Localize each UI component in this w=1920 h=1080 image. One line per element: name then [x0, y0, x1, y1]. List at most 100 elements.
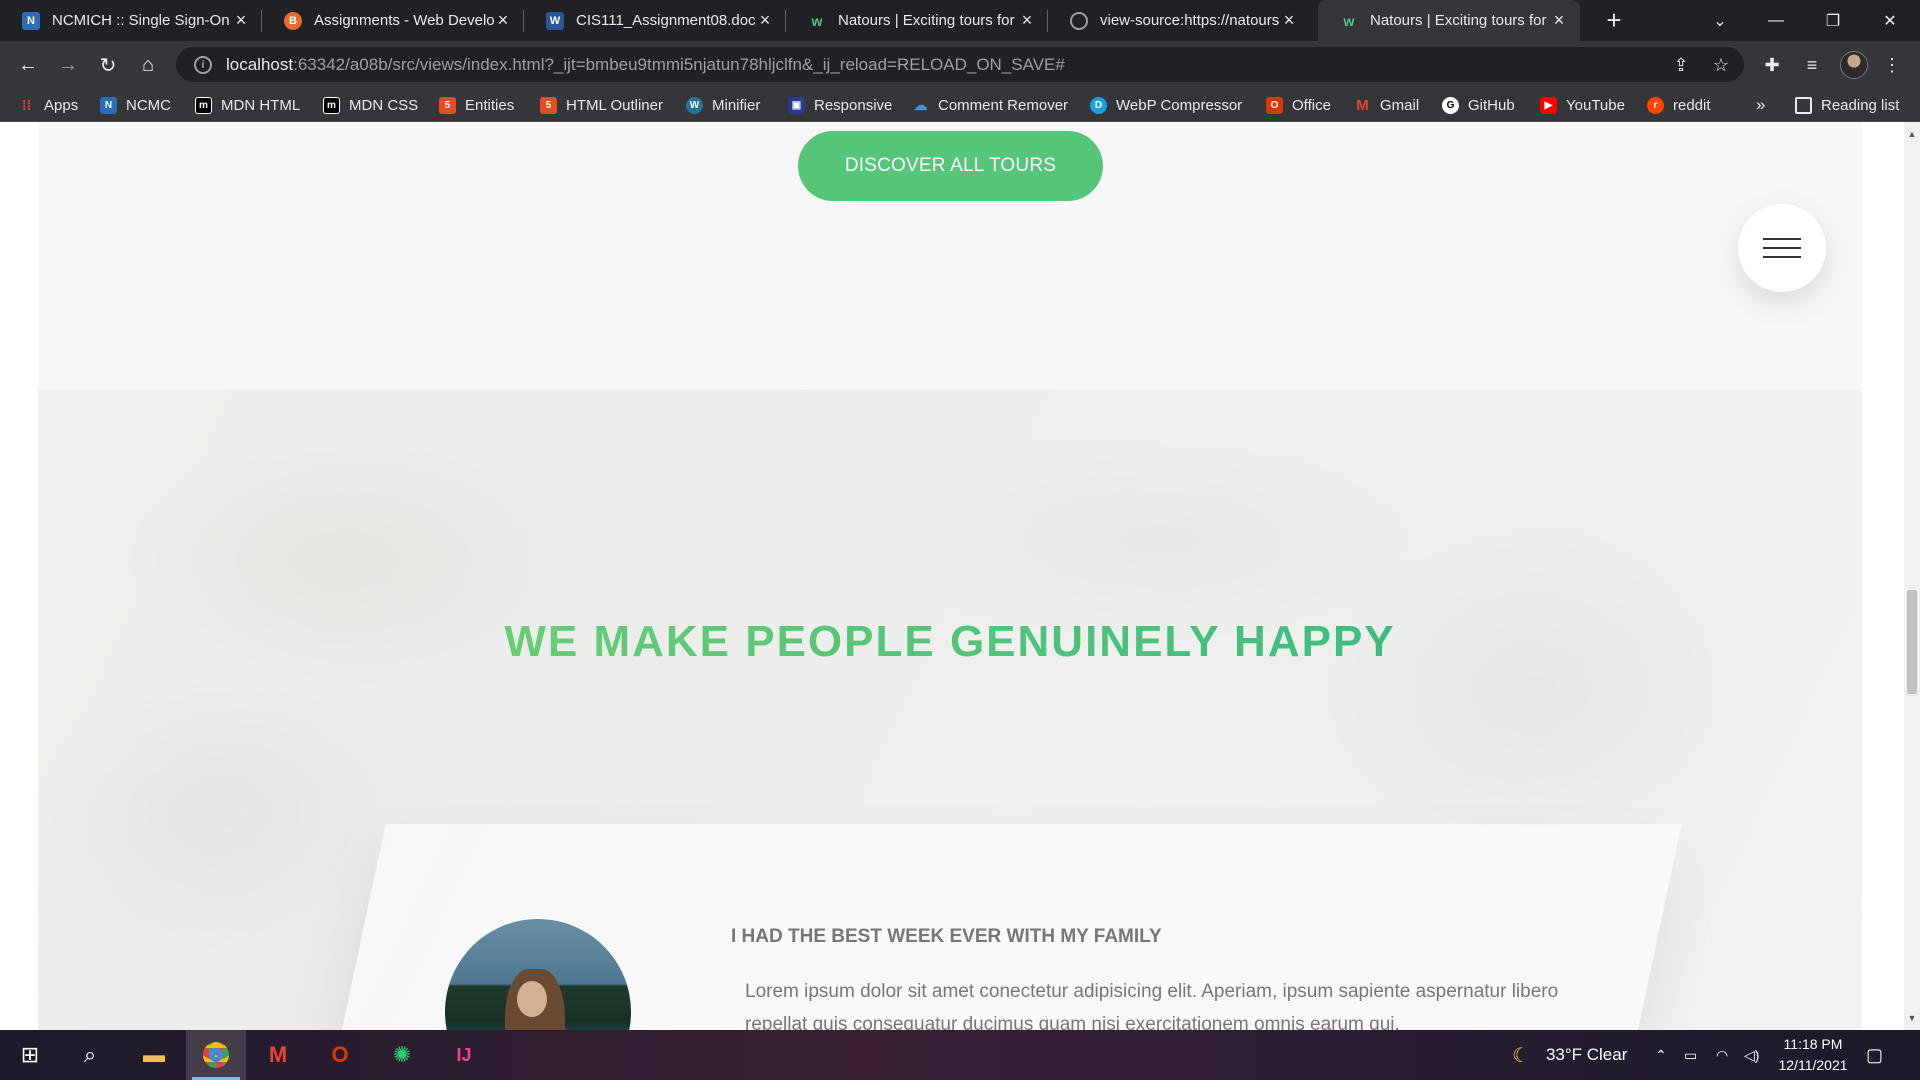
notifications-icon[interactable]: ▢	[1866, 1030, 1883, 1080]
forward-arrow-icon[interactable]: →	[52, 49, 84, 81]
webp-icon: D	[1090, 96, 1107, 114]
ncmich-favicon-icon: N	[22, 11, 40, 30]
scrollbar-thumb[interactable]	[1907, 590, 1917, 694]
chatgpt-like-app-icon[interactable]: ✺	[372, 1030, 432, 1080]
hamburger-icon	[1763, 247, 1801, 249]
mdn-icon: m	[195, 96, 212, 114]
search-icon[interactable]: ⌕	[60, 1030, 120, 1080]
bookmarks-overflow-button[interactable]: »	[1756, 88, 1765, 122]
bookmark-label: Minifier	[712, 96, 761, 114]
github-icon: G	[1442, 96, 1459, 114]
wifi-icon[interactable]: ◠	[1716, 1030, 1728, 1080]
profile-avatar[interactable]	[1840, 51, 1868, 79]
close-icon[interactable]: ×	[232, 10, 250, 30]
office-app-icon[interactable]: O	[310, 1030, 370, 1080]
restore-icon[interactable]: ❐	[1803, 0, 1863, 41]
moon-icon: ☾	[1512, 1044, 1530, 1067]
tab-title: CIS111_Assignment08.docx	[576, 12, 756, 29]
hamburger-icon	[1763, 256, 1801, 258]
tab-title: Natours | Exciting tours for	[1370, 12, 1547, 29]
html5-icon: 5	[540, 96, 557, 114]
story-text: Lorem ipsum dolor sit amet conectetur ad…	[745, 981, 1559, 1030]
html5-icon: 5	[439, 96, 456, 114]
page-viewport: DISCOVER ALL TOURS WE MAKE PEOPLE GENUIN…	[0, 122, 1904, 1030]
home-icon[interactable]: ⌂	[132, 49, 164, 81]
navigation-menu-button[interactable]	[1738, 204, 1826, 292]
tab-view-source[interactable]: view-source:https://natours ×	[1048, 0, 1310, 41]
author-face	[517, 981, 547, 1017]
media-queue-icon[interactable]: ≡	[1800, 53, 1824, 77]
gmail-icon: M	[1356, 96, 1369, 114]
reading-list-label: Reading list	[1821, 96, 1900, 114]
bookmark-label: MDN HTML	[221, 96, 301, 114]
bookmark-gmail[interactable]: M Gmail	[1354, 88, 1419, 122]
system-clock[interactable]: 11:18 PM 12/11/2021	[1768, 1034, 1858, 1076]
vertical-scrollbar[interactable]: ▲ ▼	[1904, 122, 1920, 1030]
bookmark-mdn-html[interactable]: m MDN HTML	[195, 88, 300, 122]
volume-icon[interactable]: ◁)	[1744, 1030, 1759, 1080]
apps-grid-icon: ⁞⁞	[21, 97, 32, 113]
bookmark-mdn-css[interactable]: m MDN CSS	[323, 88, 418, 122]
close-icon[interactable]: ×	[1280, 10, 1298, 30]
bookmark-office[interactable]: O Office	[1266, 88, 1331, 122]
gmail-app-icon[interactable]: M	[248, 1030, 308, 1080]
bookmark-star-icon[interactable]: ☆	[1710, 54, 1732, 76]
tab-search-icon[interactable]: ⌄	[1690, 0, 1750, 41]
bookmark-apps[interactable]: ⁞⁞ Apps	[18, 88, 78, 122]
bookmark-responsive[interactable]: ▣ Responsive	[788, 88, 892, 122]
bookmark-entities[interactable]: 5 Entities	[439, 88, 514, 122]
tab-word-doc[interactable]: W CIS111_Assignment08.docx ×	[524, 0, 786, 41]
bookmark-label: Gmail	[1380, 96, 1420, 114]
tab-title: NCMICH :: Single Sign-On t	[52, 12, 232, 29]
file-explorer-icon[interactable]: ▬	[124, 1030, 184, 1080]
window-close-icon[interactable]: ✕	[1860, 0, 1920, 41]
reload-icon[interactable]: ↻	[92, 49, 124, 81]
close-icon[interactable]: ×	[1018, 10, 1036, 30]
battery-icon[interactable]: ▭	[1684, 1030, 1697, 1080]
word-favicon-icon: W	[546, 11, 564, 30]
bookmark-github[interactable]: G GitHub	[1442, 88, 1515, 122]
extensions-puzzle-icon[interactable]: ✚	[1760, 53, 1784, 77]
discover-all-tours-button[interactable]: DISCOVER ALL TOURS	[798, 131, 1103, 201]
reddit-icon: r	[1647, 96, 1664, 114]
bookmark-comment-remover[interactable]: ☁ Comment Remover	[912, 88, 1069, 122]
chrome-icon[interactable]	[186, 1030, 246, 1080]
bookmarks-bar: ⁞⁞ Apps N NCMC m MDN HTML m MDN CSS 5 Entitie…	[0, 88, 1920, 122]
bookmark-minifier[interactable]: W Minifier	[686, 88, 760, 122]
bookmark-youtube[interactable]: ▶ YouTube	[1540, 88, 1625, 122]
tab-ncmich[interactable]: N NCMICH :: Single Sign-On t ×	[0, 0, 262, 41]
windows-start-icon[interactable]: ⊞	[0, 1030, 60, 1080]
scroll-up-icon[interactable]: ▲	[1904, 126, 1920, 142]
address-bar[interactable]: i localhost:63342/a08b/src/views/index.h…	[176, 47, 1744, 82]
new-tab-button[interactable]: +	[1600, 6, 1628, 34]
tab-natours-active[interactable]: w Natours | Exciting tours for ×	[1318, 0, 1580, 41]
tab-assignments[interactable]: B Assignments - Web Develop ×	[262, 0, 524, 41]
close-icon[interactable]: ×	[494, 10, 512, 30]
bookmark-label: Comment Remover	[938, 96, 1069, 114]
site-info-icon[interactable]: i	[194, 55, 212, 74]
tab-natours-1[interactable]: w Natours | Exciting tours for ×	[786, 0, 1048, 41]
reading-list-button[interactable]: Reading list	[1795, 88, 1899, 122]
show-hidden-icons-icon[interactable]: ⌃	[1655, 1030, 1667, 1080]
clock-time: 11:18 PM	[1783, 1036, 1843, 1052]
url-path: :63342/a08b/src/views/index.html?_ijt=bm…	[293, 54, 1065, 74]
scroll-down-icon[interactable]: ▼	[1904, 1010, 1920, 1026]
bookmark-label: WebP Compressor	[1116, 96, 1243, 114]
minimize-icon[interactable]: —	[1746, 0, 1806, 41]
close-icon[interactable]: ×	[756, 10, 774, 30]
close-icon[interactable]: ×	[1550, 10, 1568, 30]
tab-title: Natours | Exciting tours for	[838, 12, 1015, 29]
back-arrow-icon[interactable]: ←	[12, 49, 44, 81]
bookmark-html-outliner[interactable]: 5 HTML Outliner	[540, 88, 663, 122]
bookmark-webp-compressor[interactable]: D WebP Compressor	[1090, 88, 1242, 122]
tab-title: view-source:https://natours	[1100, 12, 1280, 29]
story-title: I HAD THE BEST WEEK EVER WITH MY FAMILY	[731, 926, 1162, 947]
globe-favicon-icon	[1070, 11, 1088, 30]
bookmark-ncmc[interactable]: N NCMC	[100, 88, 171, 122]
bookmark-reddit[interactable]: r reddit	[1647, 88, 1711, 122]
weather-text: 33°F Clear	[1545, 1045, 1628, 1064]
weather-widget[interactable]: ☾ 33°F Clear	[1512, 1030, 1627, 1080]
intellij-icon[interactable]: IJ	[434, 1030, 494, 1080]
share-icon[interactable]: ⇪	[1670, 54, 1692, 76]
kebab-menu-icon[interactable]: ⋮	[1880, 53, 1904, 77]
